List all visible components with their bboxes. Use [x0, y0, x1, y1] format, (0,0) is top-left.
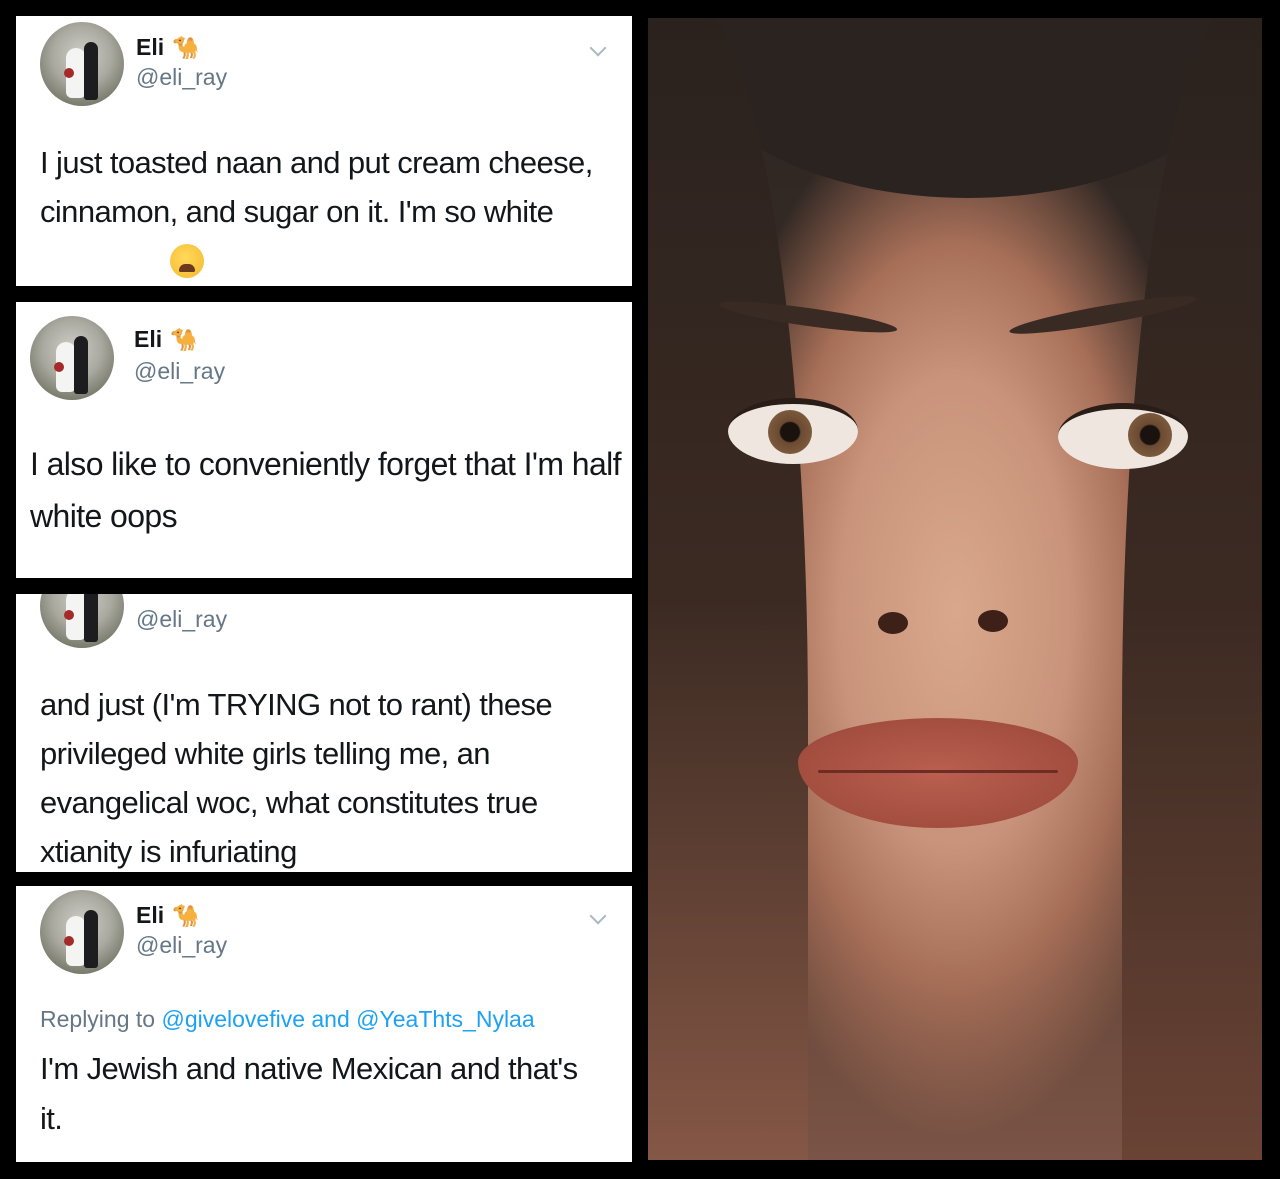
user-handle[interactable]: @eli_ray: [134, 358, 225, 385]
camel-icon: 🐪: [172, 35, 200, 60]
tweet-text: I also like to conveniently forget that …: [30, 446, 622, 534]
display-name[interactable]: Eli 🐪: [134, 326, 198, 353]
weary-face-icon: [170, 244, 204, 278]
reply-context: Replying to @givelovefive and @YeaThts_N…: [40, 1006, 535, 1032]
display-name[interactable]: Eli 🐪: [136, 902, 200, 929]
tweet-card-4: Eli 🐪 @eli_ray Replying to @givelovefive …: [16, 886, 632, 1162]
display-name[interactable]: Eli 🐪: [136, 34, 200, 61]
tweet-text: and just (I'm TRYING not to rant) these …: [40, 687, 553, 869]
portrait-photo: [648, 18, 1262, 1160]
avatar[interactable]: [40, 594, 124, 648]
tweet-text: I just toasted naan and put cream cheese…: [40, 145, 593, 229]
chevron-down-icon[interactable]: [589, 39, 607, 57]
avatar[interactable]: [40, 890, 124, 974]
user-handle[interactable]: @eli_ray: [136, 932, 227, 959]
tweet-card-2: Eli 🐪 @eli_ray I also like to convenientl…: [16, 302, 632, 578]
avatar[interactable]: [30, 316, 114, 400]
tweet-card-3: @eli_ray and just (I'm TRYING not to ran…: [16, 594, 632, 872]
avatar[interactable]: [40, 22, 124, 106]
tweet-text: I'm Jewish and native Mexican and that's…: [40, 1051, 578, 1136]
user-handle[interactable]: @eli_ray: [136, 64, 227, 91]
camel-icon: 🐪: [170, 327, 198, 352]
chevron-down-icon[interactable]: [589, 907, 607, 925]
reply-user-link[interactable]: @givelovefive: [161, 1006, 305, 1032]
reply-user-link[interactable]: @YeaThts_Nylaa: [356, 1006, 535, 1032]
camel-icon: 🐪: [172, 903, 200, 928]
tweet-card-1: Eli 🐪 @eli_ray I just toasted naan and pu…: [16, 16, 632, 286]
user-handle[interactable]: @eli_ray: [136, 606, 227, 633]
